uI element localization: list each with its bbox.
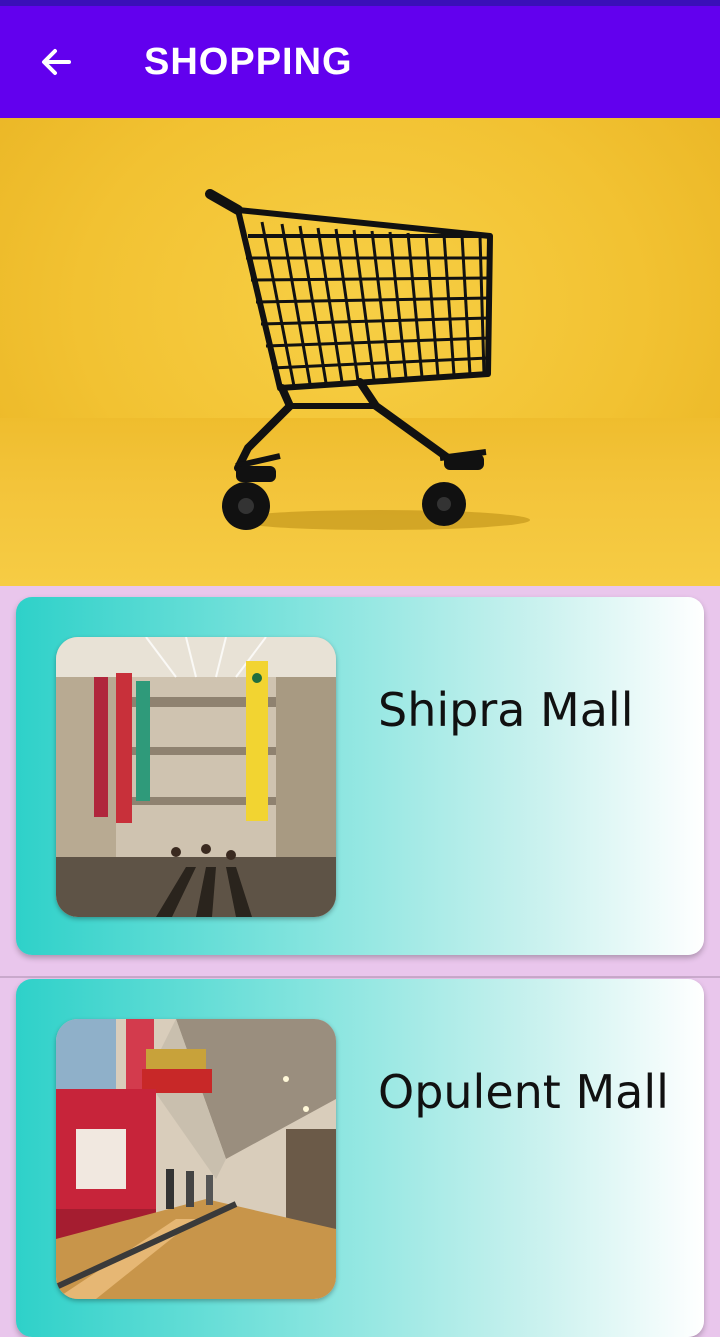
app-bar: SHOPPING — [0, 6, 720, 118]
mall-name: Shipra Mall — [378, 683, 634, 737]
mall-card[interactable]: Shipra Mall — [16, 597, 704, 955]
back-button[interactable] — [28, 34, 84, 90]
shopping-cart-image — [0, 118, 720, 586]
shipra-mall-photo — [56, 637, 336, 917]
mall-name: Opulent Mall — [378, 1065, 669, 1119]
arrow-back-icon — [42, 49, 71, 75]
shopping-cart-icon — [205, 189, 530, 530]
opulent-mall-photo — [56, 1019, 336, 1299]
list-divider — [0, 976, 720, 978]
mall-card[interactable]: Opulent Mall — [16, 979, 704, 1337]
page-title: SHOPPING — [144, 40, 353, 83]
